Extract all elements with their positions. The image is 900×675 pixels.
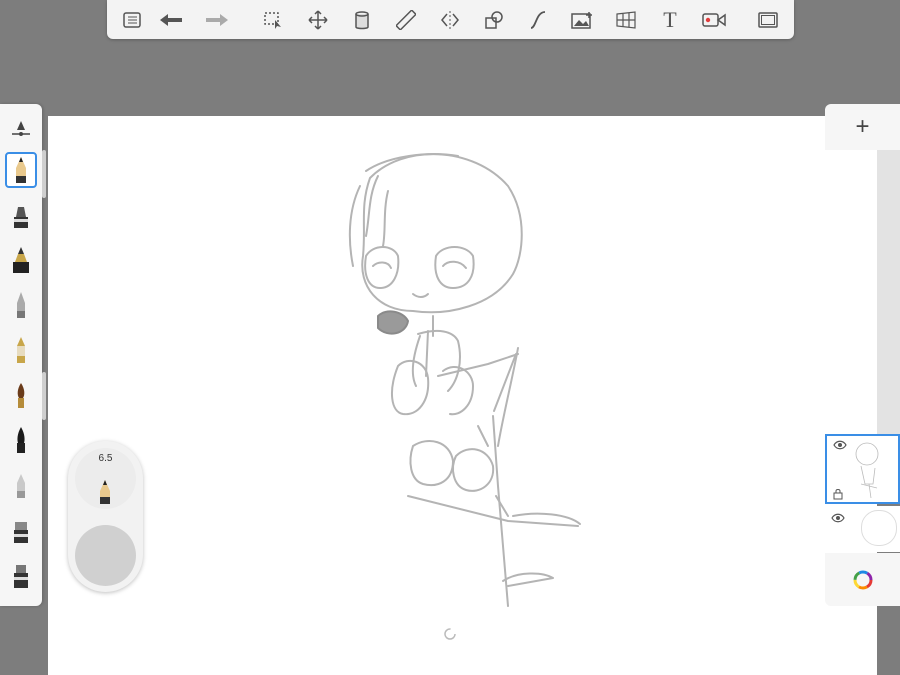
shape-icon[interactable] (480, 6, 508, 34)
transform-icon[interactable] (304, 6, 332, 34)
brush-panel-scrollbar[interactable] (42, 150, 46, 198)
symmetry-icon[interactable] (436, 6, 464, 34)
marker-icon[interactable] (5, 197, 37, 233)
airbrush-icon[interactable] (5, 287, 37, 323)
brush-puck[interactable]: 6.5 (68, 441, 143, 592)
hard-eraser-icon[interactable] (5, 557, 37, 593)
layer-sketch-thumbnail (855, 442, 879, 499)
curve-icon[interactable] (524, 6, 552, 34)
pencil-icon[interactable] (5, 152, 37, 188)
fountain-pen-icon[interactable] (5, 332, 37, 368)
opacity-slider-icon[interactable] (5, 110, 37, 146)
lock-icon[interactable] (832, 488, 844, 500)
layer-sketch[interactable] (825, 434, 900, 504)
top-toolbar: T (107, 0, 794, 39)
image-icon[interactable] (568, 6, 596, 34)
drawing-canvas[interactable] (48, 116, 877, 675)
technical-pen-icon[interactable] (5, 242, 37, 278)
brush-panel-scrollbar-lower[interactable] (42, 372, 46, 420)
ruler-icon[interactable] (392, 6, 420, 34)
eraser-icon[interactable] (5, 512, 37, 548)
layer-panel-scrollbar (877, 150, 900, 435)
perspective-icon[interactable] (612, 6, 640, 34)
paintbrush-icon[interactable] (5, 377, 37, 413)
loading-spinner-icon (444, 628, 456, 640)
color-opacity-control[interactable] (75, 525, 136, 586)
fill-icon[interactable] (348, 6, 376, 34)
sketch-drawing (348, 153, 581, 607)
color-wheel-icon (853, 570, 872, 589)
color-wheel-button[interactable] (825, 553, 900, 606)
selection-icon[interactable] (259, 6, 287, 34)
paper-color-swatch[interactable] (861, 510, 897, 546)
layer-paper[interactable] (825, 506, 900, 552)
current-brush-icon (96, 479, 114, 510)
brush-size-value: 6.5 (98, 453, 113, 464)
brush-panel (0, 104, 42, 606)
ink-brush-icon[interactable] (5, 422, 37, 458)
record-icon[interactable] (700, 6, 728, 34)
redo-icon[interactable] (203, 6, 231, 34)
fullscreen-icon[interactable] (754, 6, 782, 34)
list-icon[interactable] (118, 6, 146, 34)
add-layer-button[interactable]: + (825, 104, 900, 150)
undo-icon[interactable] (157, 6, 185, 34)
eye-icon[interactable] (831, 512, 845, 524)
soft-eraser-icon[interactable] (5, 467, 37, 503)
text-icon[interactable]: T (656, 6, 684, 34)
